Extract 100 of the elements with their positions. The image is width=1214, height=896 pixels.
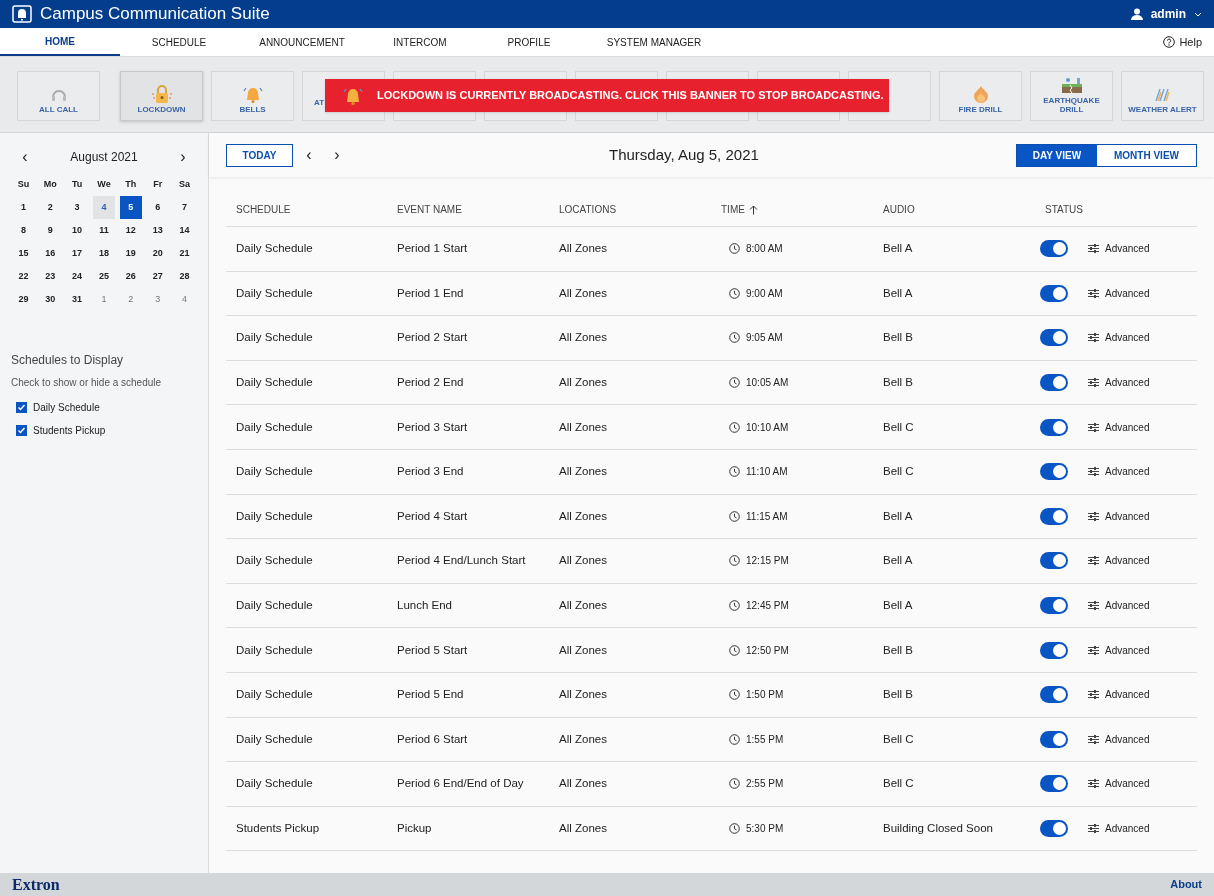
calendar-day[interactable]: 3 [66,196,89,219]
sliders-icon [1088,467,1099,477]
calendar-day[interactable]: 25 [93,265,115,288]
advanced-button[interactable]: Advanced [1088,285,1150,301]
alert-tile[interactable]: FIRE DRILL [939,71,1022,121]
calendar-day[interactable]: 14 [173,219,196,242]
advanced-button[interactable]: Advanced [1088,731,1150,747]
calendar-day[interactable]: 4 [173,288,196,311]
advanced-button[interactable]: Advanced [1088,375,1150,391]
nav-tab[interactable]: INTERCOM [366,28,474,56]
alert-tile[interactable]: LOCKDOWN [120,71,203,121]
alert-tile[interactable]: ALL CALL [17,71,100,121]
calendar-day[interactable]: 11 [93,219,115,242]
status-toggle[interactable] [1040,374,1068,392]
view-toggle[interactable]: MONTH VIEW [1097,144,1196,166]
advanced-button[interactable]: Advanced [1088,464,1150,480]
calendar-day[interactable]: 21 [173,242,196,265]
calendar-day[interactable]: 5 [119,196,142,219]
calendar-day[interactable]: 3 [146,288,169,311]
status-toggle[interactable] [1040,686,1068,704]
calendar-day[interactable]: 4 [93,196,115,219]
status-toggle[interactable] [1040,418,1068,436]
status-toggle[interactable] [1040,775,1068,793]
calendar-day[interactable]: 23 [39,265,62,288]
calendar-day[interactable]: 28 [173,265,196,288]
calendar-day[interactable]: 26 [119,265,142,288]
column-header[interactable]: TIME [721,202,745,217]
checkbox-label: Daily Schedule [33,401,100,415]
calendar-day[interactable]: 29 [12,288,35,311]
sliders-icon [1088,734,1099,744]
status-toggle[interactable] [1040,820,1068,837]
help-icon [1163,36,1176,48]
status-toggle[interactable] [1040,284,1068,302]
advanced-button[interactable]: Advanced [1088,598,1150,614]
calendar-day[interactable]: 24 [66,265,89,288]
next-month-button[interactable]: › [176,145,190,169]
today-button[interactable]: TODAY [226,143,293,167]
sliders-icon [1088,690,1099,700]
table-cell-text: 9:05 AM [746,331,783,346]
status-toggle[interactable] [1040,641,1068,659]
about-link[interactable]: About [1170,876,1202,893]
alert-tile[interactable]: EARTHQUAKE DRILL [1030,71,1113,121]
broadcast-toast[interactable]: LOCKDOWN IS CURRENTLY BROADCASTING. CLICK THIS BANNER TO STOP BROADCASTING. [325,79,889,112]
nav-tab[interactable]: ANNOUNCEMENT [238,28,366,56]
column-header[interactable]: AUDIO [883,202,915,217]
alert-tile[interactable]: BELLS [211,71,294,121]
column-header[interactable]: LOCATIONS [559,202,617,217]
calendar-day[interactable]: 2 [119,288,142,311]
status-toggle[interactable] [1040,463,1068,481]
column-header[interactable]: EVENT NAME [397,202,462,217]
nav-tab[interactable]: SYSTEM MANAGER [584,28,724,56]
checkbox[interactable] [16,425,27,436]
advanced-button[interactable]: Advanced [1088,419,1150,435]
help-link[interactable]: Help [1163,28,1202,56]
advanced-button[interactable]: Advanced [1088,553,1150,569]
calendar-day[interactable]: 27 [146,265,169,288]
calendar-day[interactable]: 13 [146,219,169,242]
advanced-button[interactable]: Advanced [1088,642,1150,658]
nav-tab[interactable]: PROFILE [474,28,584,56]
view-toggle[interactable]: DAY VIEW [1017,144,1097,166]
previous-day-button[interactable]: ‹ [303,143,315,167]
user-menu[interactable]: admin [1150,5,1202,23]
alert-tile[interactable]: WEATHER ALERT [1121,71,1204,121]
calendar-day[interactable]: 8 [12,219,35,242]
advanced-button[interactable]: Advanced [1088,776,1150,792]
calendar-day[interactable]: 30 [39,288,62,311]
advanced-button[interactable]: Advanced [1088,241,1150,257]
calendar-day[interactable]: 20 [146,242,169,265]
status-toggle[interactable] [1040,507,1068,525]
next-day-button[interactable]: › [331,143,343,167]
calendar-day[interactable]: 15 [12,242,35,265]
calendar-day[interactable]: 19 [119,242,142,265]
calendar-day[interactable]: 2 [39,196,62,219]
calendar-day[interactable]: 7 [173,196,196,219]
previous-month-button[interactable]: ‹ [18,145,32,169]
status-toggle[interactable] [1040,730,1068,748]
calendar-day[interactable]: 9 [39,219,62,242]
calendar-day[interactable]: 12 [119,219,142,242]
calendar-day[interactable]: 31 [66,288,89,311]
calendar-day[interactable]: 16 [39,242,62,265]
status-toggle[interactable] [1040,240,1068,258]
column-header[interactable]: SCHEDULE [236,202,291,217]
calendar-day[interactable]: 6 [146,196,169,219]
calendar-day[interactable]: 17 [66,242,89,265]
checkbox[interactable] [16,402,27,413]
advanced-button[interactable]: Advanced [1088,687,1150,703]
calendar-day[interactable]: 10 [66,219,89,242]
advanced-button[interactable]: Advanced [1088,508,1150,524]
status-toggle[interactable] [1040,329,1068,347]
advanced-button[interactable]: Advanced [1088,821,1150,836]
status-toggle[interactable] [1040,552,1068,570]
advanced-button[interactable]: Advanced [1088,330,1150,346]
calendar-day[interactable]: 1 [12,196,35,219]
status-toggle[interactable] [1040,597,1068,615]
calendar-day[interactable]: 22 [12,265,35,288]
month-label: August 2021 [70,149,138,166]
column-header[interactable]: STATUS [1045,202,1083,217]
nav-tab[interactable]: SCHEDULE [120,28,238,56]
calendar-day[interactable]: 18 [93,242,115,265]
calendar-day[interactable]: 1 [93,288,115,311]
